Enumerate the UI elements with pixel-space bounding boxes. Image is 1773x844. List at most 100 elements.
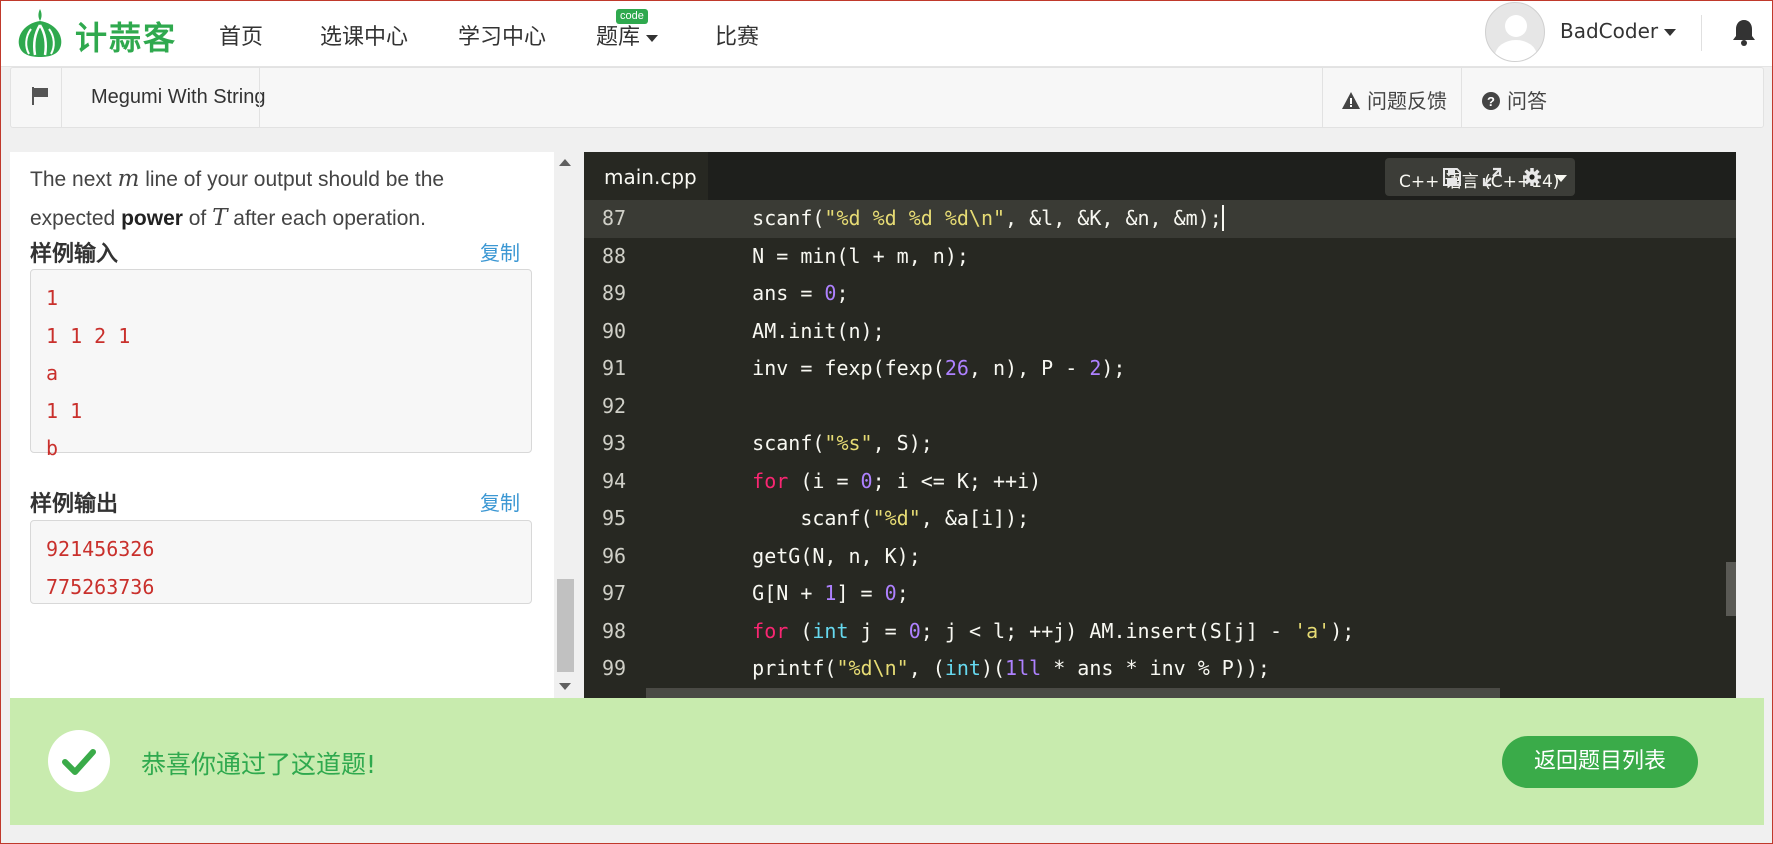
- line-number: 99: [602, 656, 627, 680]
- copy-sample-input-link[interactable]: 复制: [480, 237, 520, 266]
- nav-learning[interactable]: 学习中心: [458, 19, 546, 51]
- username-label: BadCoder: [1560, 19, 1659, 43]
- code-line: 92: [584, 388, 1736, 426]
- gear-icon[interactable]: [1521, 166, 1543, 188]
- code-line: 99 printf("%d\n", (int)(1ll * ans * inv …: [584, 650, 1736, 688]
- bell-icon[interactable]: [1731, 17, 1757, 47]
- scroll-up-arrow-icon[interactable]: [559, 159, 571, 166]
- avatar-head-shape: [1505, 15, 1527, 37]
- sample-output-title: 样例输出: [30, 492, 119, 517]
- code-line: 98 for (int j = 0; j < l; ++j) AM.insert…: [584, 613, 1736, 651]
- code-line: 88 N = min(l + m, n);: [584, 238, 1736, 276]
- code-area[interactable]: 87 scanf("%d %d %d %d\n", &l, &K, &n, &m…: [584, 200, 1736, 698]
- code-editor: main.cpp C++ 语言 (C++14) 87 scanf("%d %d …: [584, 152, 1736, 698]
- success-message: 恭喜你通过了这道题!: [141, 750, 377, 779]
- feedback-label: 问题反馈: [1367, 89, 1447, 113]
- toolbar-divider: [61, 68, 62, 127]
- line-number: 92: [602, 393, 627, 418]
- code-line: 90 AM.init(n);: [584, 313, 1736, 351]
- line-number: 96: [602, 543, 627, 568]
- line-number: 94: [602, 468, 627, 493]
- sample-output-line: 921456326: [46, 537, 155, 561]
- code-line: 89 ans = 0;: [584, 275, 1736, 313]
- nav-courses[interactable]: 选课中心: [320, 19, 408, 51]
- toolbar-divider: [1322, 68, 1323, 127]
- code-line: 97 G[N + 1] = 0;: [584, 575, 1736, 613]
- app-window: 计蒜客 首页 选课中心 学习中心 code 题库 比赛 BadCoder Meg…: [0, 0, 1773, 844]
- sample-input-title: 样例输入: [30, 242, 119, 267]
- sample-input-line: a: [46, 361, 59, 385]
- code-text: scanf("%d %d %d %d\n", &l, &K, &n, &m);: [704, 205, 1224, 231]
- code-text: AM.init(n);: [704, 318, 885, 343]
- sample-input-line: 1: [46, 286, 59, 310]
- nav-home[interactable]: 首页: [219, 19, 263, 51]
- code-text: for (int j = 0; j < l; ++j) AM.insert(S[…: [752, 618, 1355, 643]
- expand-icon[interactable]: [1481, 166, 1503, 188]
- math-t: T: [212, 205, 228, 231]
- warning-icon: [1342, 92, 1360, 109]
- sample-input-line: 1 1: [46, 398, 83, 423]
- math-m: m: [117, 166, 140, 192]
- save-icon[interactable]: [1441, 166, 1463, 188]
- line-number: 91: [602, 356, 627, 380]
- code-line: 87 scanf("%d %d %d %d\n", &l, &K, &n, &m…: [584, 200, 1736, 238]
- chevron-down-icon: [1555, 175, 1567, 182]
- problem-description: The next m line of your output should be…: [30, 160, 530, 238]
- line-number: 87: [602, 206, 627, 230]
- problem-scrollbar-thumb[interactable]: [557, 579, 574, 672]
- svg-text:?: ?: [1487, 94, 1495, 109]
- sample-output-box[interactable]: 921456326 775263736: [30, 520, 532, 604]
- back-to-problem-list-button[interactable]: 返回题目列表: [1502, 736, 1698, 788]
- code-text: ans = 0;: [704, 281, 849, 305]
- tab-main-cpp[interactable]: main.cpp: [584, 152, 708, 200]
- desc-bold: power: [121, 207, 183, 230]
- code-line: 96 getG(N, n, K);: [584, 538, 1736, 576]
- nav-problems-label: 题库: [596, 25, 641, 50]
- question-circle-icon: ?: [1482, 92, 1500, 110]
- code-text: for (i = 0; i <= K; ++i): [752, 468, 1042, 493]
- check-icon: [62, 749, 96, 775]
- scroll-down-arrow-icon[interactable]: [559, 683, 571, 690]
- sample-output-line: 775263736: [46, 574, 155, 599]
- user-menu[interactable]: BadCoder: [1560, 19, 1677, 43]
- problem-title: Megumi With String: [91, 86, 266, 108]
- qa-button[interactable]: ? 问答: [1481, 85, 1547, 114]
- qa-label: 问答: [1507, 89, 1547, 113]
- code-text: printf("%d\n", (int)(1ll * ans * inv % P…: [704, 656, 1270, 680]
- user-avatar[interactable]: [1485, 2, 1545, 62]
- code-text: G[N + 1] = 0;: [704, 581, 909, 605]
- nav-contests[interactable]: 比赛: [715, 19, 759, 51]
- code-line: 93 scanf("%s", S);: [584, 425, 1736, 463]
- sample-input-line: 1 1 2 1: [46, 323, 131, 348]
- code-line: 95 scanf("%d", &a[i]);: [584, 500, 1736, 538]
- desc-text: after each operation.: [227, 207, 426, 230]
- garlic-logo-icon[interactable]: [15, 7, 65, 59]
- line-number: 89: [602, 281, 627, 305]
- success-check-badge: [48, 730, 110, 792]
- language-select[interactable]: C++ 语言 (C++14): [1385, 158, 1575, 196]
- toolbar-divider: [259, 68, 260, 127]
- chevron-down-icon: [646, 34, 659, 42]
- code-text: N = min(l + m, n);: [704, 243, 969, 268]
- site-logo-text[interactable]: 计蒜客: [75, 13, 177, 59]
- sample-input-box[interactable]: 1 1 1 2 1 a 1 1 b: [30, 269, 532, 460]
- problem-toolbar: Megumi With String 问题反馈 ? 问答: [10, 67, 1764, 128]
- line-number: 97: [602, 581, 627, 605]
- sample-input-line: b: [46, 436, 59, 460]
- flag-icon[interactable]: [29, 85, 51, 107]
- chevron-down-icon: [1664, 29, 1677, 36]
- code-text: scanf("%d", &a[i]);: [704, 506, 1030, 530]
- feedback-button[interactable]: 问题反馈: [1341, 85, 1447, 114]
- code-text: scanf("%s", S);: [704, 431, 933, 455]
- desc-text: The next: [30, 168, 118, 191]
- nav-divider: [1701, 15, 1702, 51]
- copy-sample-output-link[interactable]: 复制: [480, 487, 520, 516]
- editor-vertical-scrollbar[interactable]: [1726, 562, 1736, 616]
- nav-problems-dropdown[interactable]: 题库: [596, 19, 659, 51]
- code-line: 94 for (i = 0; i <= K; ++i): [584, 463, 1736, 501]
- editor-horizontal-scrollbar[interactable]: [646, 688, 1500, 698]
- problem-panel: The next m line of your output should be…: [10, 152, 554, 698]
- desc-text: of: [182, 207, 213, 230]
- code-text: inv = fexp(fexp(26, n), P - 2);: [704, 356, 1126, 380]
- editor-tab-bar: main.cpp C++ 语言 (C++14): [584, 152, 1736, 200]
